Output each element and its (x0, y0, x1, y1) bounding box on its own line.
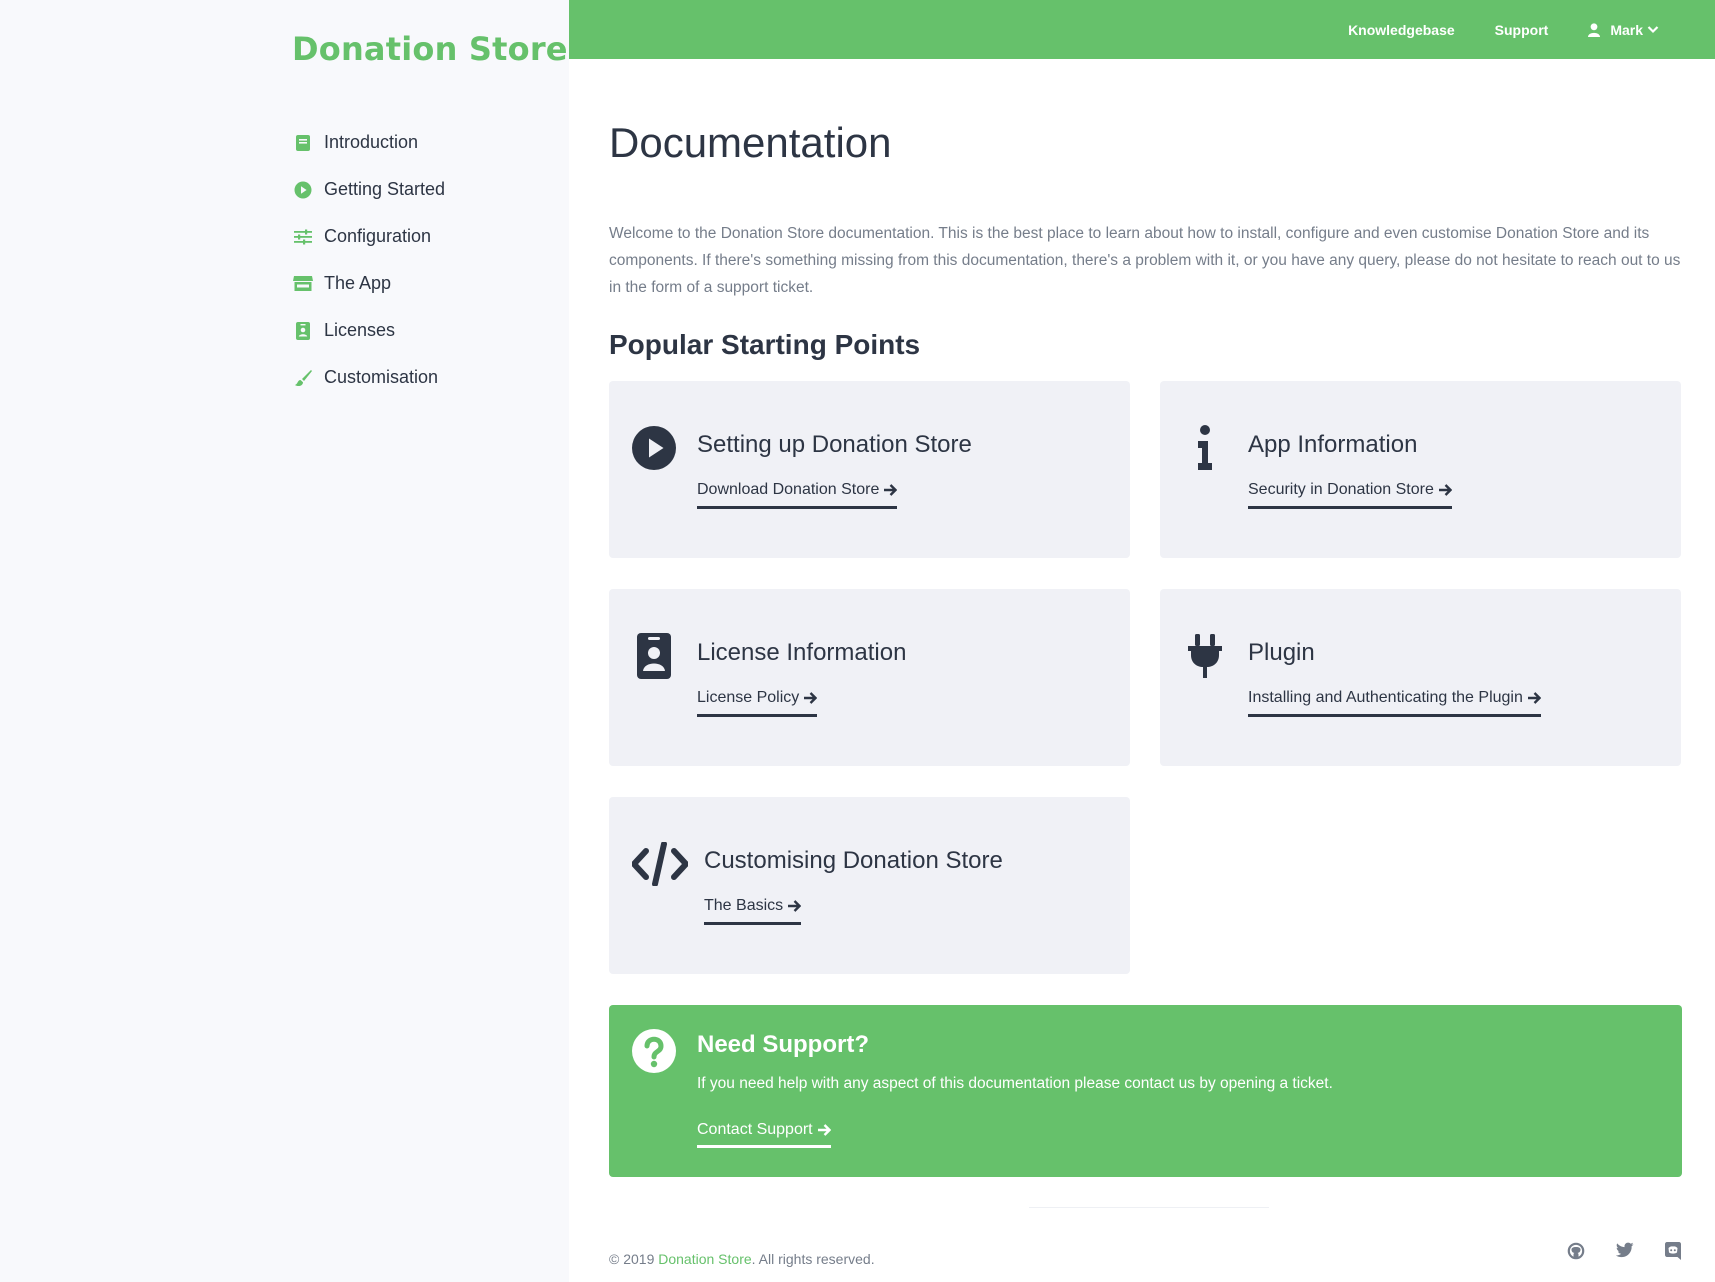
brand-logo[interactable]: Donation Store (292, 30, 568, 68)
card-setting-up: Setting up Donation Store Download Donat… (609, 381, 1130, 558)
book-icon (292, 132, 314, 154)
sidebar-item-customisation[interactable]: Customisation (292, 354, 445, 401)
github-icon[interactable] (1567, 1242, 1585, 1260)
copyright-prefix: © 2019 (609, 1251, 659, 1267)
support-title: Need Support? (697, 1031, 869, 1058)
twitter-icon[interactable] (1616, 1242, 1634, 1260)
arrow-right-icon (1527, 691, 1541, 705)
sidebar-item-introduction[interactable]: Introduction (292, 119, 445, 166)
card-link-label: Download Donation Store (697, 481, 880, 498)
intro-text: Welcome to the Donation Store documentat… (609, 225, 1681, 296)
arrow-right-icon (1438, 483, 1452, 497)
code-icon (631, 841, 689, 887)
question-circle-icon (632, 1029, 676, 1078)
sidebar-item-label: Licenses (324, 320, 396, 340)
store-icon (292, 273, 314, 295)
card-link-label: Security in Donation Store (1248, 481, 1434, 498)
card-app-information: App Information Security in Donation Sto… (1160, 381, 1681, 558)
sidebar-item-label: Configuration (324, 226, 432, 246)
arrow-right-icon (803, 691, 818, 705)
support-banner: Need Support? If you need help with any … (609, 1005, 1682, 1177)
sliders-icon (292, 226, 314, 248)
card-customising: Customising Donation Store The Basics (609, 797, 1130, 974)
sidebar-item-getting-started[interactable]: Getting Started (292, 166, 445, 213)
sidebar-item-label: The App (324, 273, 392, 293)
knowledgebase-link[interactable]: Knowledgebase (1348, 22, 1455, 38)
top-nav: Knowledgebase Support Mark (1348, 0, 1659, 59)
card-title: License Information (697, 639, 907, 666)
sidebar-item-the-app[interactable]: The App (292, 260, 445, 307)
sidebar-item-configuration[interactable]: Configuration (292, 213, 445, 260)
card-license-information: License Information License Policy (609, 589, 1130, 766)
card-link[interactable]: Download Donation Store (697, 481, 898, 509)
user-menu[interactable]: Mark (1588, 22, 1659, 38)
play-circle-icon (292, 179, 314, 201)
card-link[interactable]: Security in Donation Store (1248, 481, 1452, 509)
user-icon (1588, 22, 1601, 37)
discord-icon[interactable] (1665, 1242, 1681, 1260)
arrow-right-icon (817, 1123, 831, 1137)
card-link[interactable]: License Policy (697, 689, 818, 717)
section-title: Popular Starting Points (609, 329, 921, 360)
card-title: Setting up Donation Store (697, 431, 972, 458)
plug-icon (1182, 633, 1228, 679)
card-title: Plugin (1248, 639, 1315, 666)
page-title: Documentation (609, 119, 892, 166)
support-text: If you need help with any aspect of this… (697, 1075, 1333, 1092)
support-link[interactable]: Support (1495, 22, 1549, 38)
arrow-right-icon (883, 483, 898, 497)
contact-support-link[interactable]: Contact Support (697, 1121, 831, 1148)
card-link[interactable]: Installing and Authenticating the Plugin (1248, 689, 1541, 717)
sidebar-item-label: Getting Started (324, 179, 446, 199)
card-link-label: The Basics (704, 897, 784, 914)
arrow-right-icon (787, 899, 802, 913)
chevron-down-icon (1647, 26, 1659, 34)
sidebar-nav: Introduction Getting Started Configurati… (292, 119, 445, 401)
id-badge-icon (631, 633, 677, 679)
card-title: App Information (1248, 431, 1418, 458)
paint-brush-icon (292, 367, 314, 389)
sidebar-item-licenses[interactable]: Licenses (292, 307, 445, 354)
card-title: Customising Donation Store (704, 847, 1003, 874)
footer-brand-link[interactable]: Donation Store (658, 1251, 751, 1267)
sidebar-item-label: Introduction (324, 132, 419, 152)
footer-copyright: © 2019 Donation Store. All rights reserv… (609, 1251, 875, 1267)
info-icon (1182, 425, 1228, 471)
footer-divider (1029, 1207, 1269, 1208)
social-links (1567, 1242, 1681, 1260)
id-badge-icon (292, 320, 314, 342)
sidebar: Donation Store Introduction Getting Star… (0, 0, 569, 1282)
card-link[interactable]: The Basics (704, 897, 802, 925)
top-bar: Knowledgebase Support Mark (569, 0, 1715, 59)
copyright-suffix: . All rights reserved. (751, 1251, 875, 1267)
user-name: Mark (1610, 21, 1643, 38)
contact-support-label: Contact Support (697, 1121, 813, 1138)
card-plugin: Plugin Installing and Authenticating the… (1160, 589, 1681, 766)
sidebar-item-label: Customisation (324, 367, 439, 387)
card-link-label: Installing and Authenticating the Plugin (1248, 689, 1523, 706)
card-link-label: License Policy (697, 689, 800, 706)
play-circle-icon (631, 425, 677, 471)
